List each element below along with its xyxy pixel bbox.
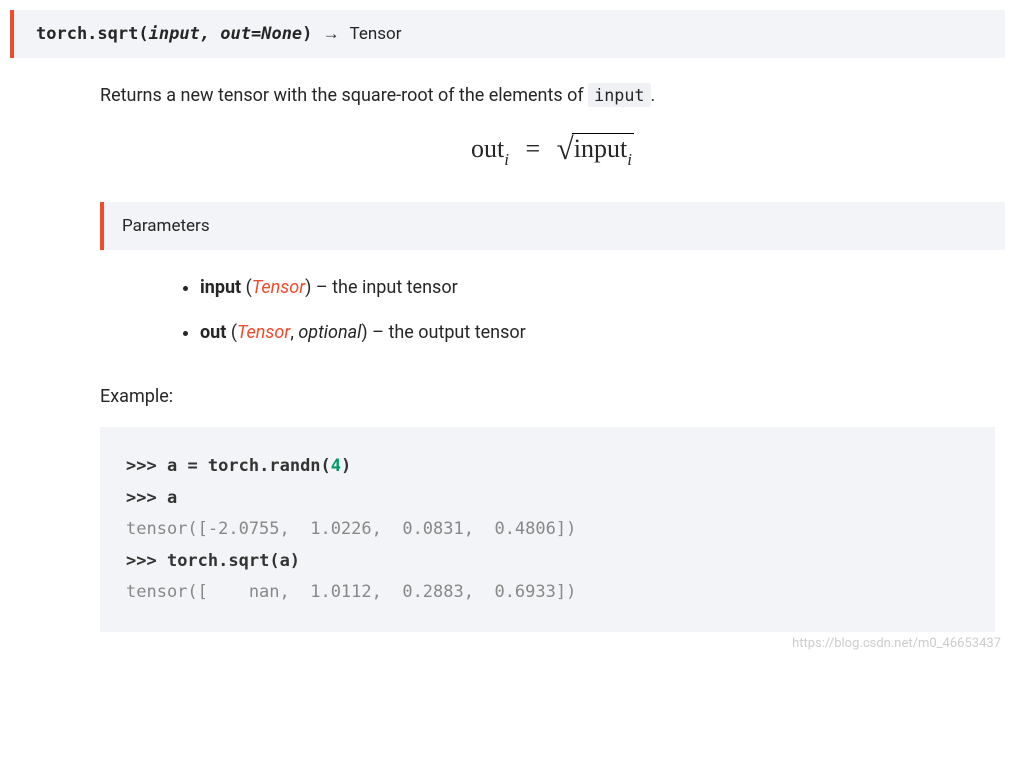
desc-pre: Returns a new tensor with the square-roo… [100, 85, 588, 106]
param-desc: the output tensor [388, 322, 525, 343]
code-num: 4 [331, 456, 341, 476]
sig-open-paren: ( [138, 24, 148, 44]
code-dot: . [218, 551, 228, 571]
paren-close: ) [305, 277, 311, 298]
prompt: >>> [126, 456, 167, 476]
tensor-type-link[interactable]: Tensor [237, 322, 290, 343]
function-signature: torch.sqrt(input, out=None) → Tensor [10, 10, 1005, 58]
optional-label: optional [298, 322, 361, 343]
paren-close: ) [361, 322, 367, 343]
tensor-type-link[interactable]: Tensor [252, 277, 305, 298]
code-text: a [167, 488, 177, 508]
example-label: Example: [100, 386, 1005, 407]
parameters-heading-block: Parameters [100, 202, 1005, 250]
sig-fn-name: torch.sqrt [36, 24, 138, 44]
code-op: = [187, 456, 197, 476]
sig-arrow: → [323, 24, 340, 44]
code-line: >>> a [126, 488, 177, 508]
dash: – [316, 277, 332, 298]
param-item-input: input (Tensor) – the input tensor [200, 274, 1005, 301]
sig-sep: , [200, 24, 220, 44]
code-text: torch [198, 456, 259, 476]
doc-page: torch.sqrt(input, out=None) → Tensor Ret… [0, 10, 1015, 681]
content-body: Returns a new tensor with the square-roo… [100, 82, 1005, 632]
desc-post: . [651, 85, 656, 106]
formula-rhs: input [574, 134, 627, 163]
code-fn: sqrt(a) [228, 551, 300, 571]
dash: – [372, 322, 388, 343]
sig-close-paren: ) [302, 24, 312, 44]
watermark-text: https://blog.csdn.net/m0_46653437 [0, 636, 1001, 651]
formula-radicand: inputi [572, 133, 634, 168]
prompt: >>> [126, 551, 167, 571]
code-line: >>> torch.sqrt(a) [126, 551, 300, 571]
formula-lhs-sub: i [504, 150, 509, 169]
code-text: torch [167, 551, 218, 571]
sig-return-type: Tensor [350, 24, 402, 44]
code-line-output: tensor([-2.0755, 1.0226, 0.0831, 0.4806]… [126, 519, 576, 539]
description: Returns a new tensor with the square-roo… [100, 82, 1005, 109]
parameters-list: input (Tensor) – the input tensor out (T… [200, 274, 1005, 346]
example-code-block: >>> a = torch.randn(4) >>> a tensor([-2.… [100, 427, 995, 632]
code-dot: . [259, 456, 269, 476]
param-name: out [200, 322, 226, 343]
formula-rhs-sub: i [627, 150, 632, 169]
code-fn: randn( [269, 456, 330, 476]
param-item-out: out (Tensor, optional) – the output tens… [200, 319, 1005, 346]
sig-arg-input: input [149, 24, 200, 44]
formula-lhs: out [471, 134, 504, 163]
formula-eq: = [525, 134, 540, 163]
param-name: input [200, 277, 241, 298]
math-formula: outi = √inputi [100, 131, 1005, 168]
prompt: >>> [126, 488, 167, 508]
formula-sqrt: √inputi [557, 131, 634, 168]
code-line-output: tensor([ nan, 1.0112, 0.2883, 0.6933]) [126, 582, 576, 602]
desc-inline-code: input [588, 83, 650, 107]
param-desc: the input tensor [332, 277, 458, 298]
code-close: ) [341, 456, 351, 476]
code-line: >>> a = torch.randn(4) [126, 456, 351, 476]
code-text: a [167, 456, 187, 476]
sig-arg-out: out=None [220, 24, 302, 44]
parameters-heading: Parameters [122, 216, 210, 236]
